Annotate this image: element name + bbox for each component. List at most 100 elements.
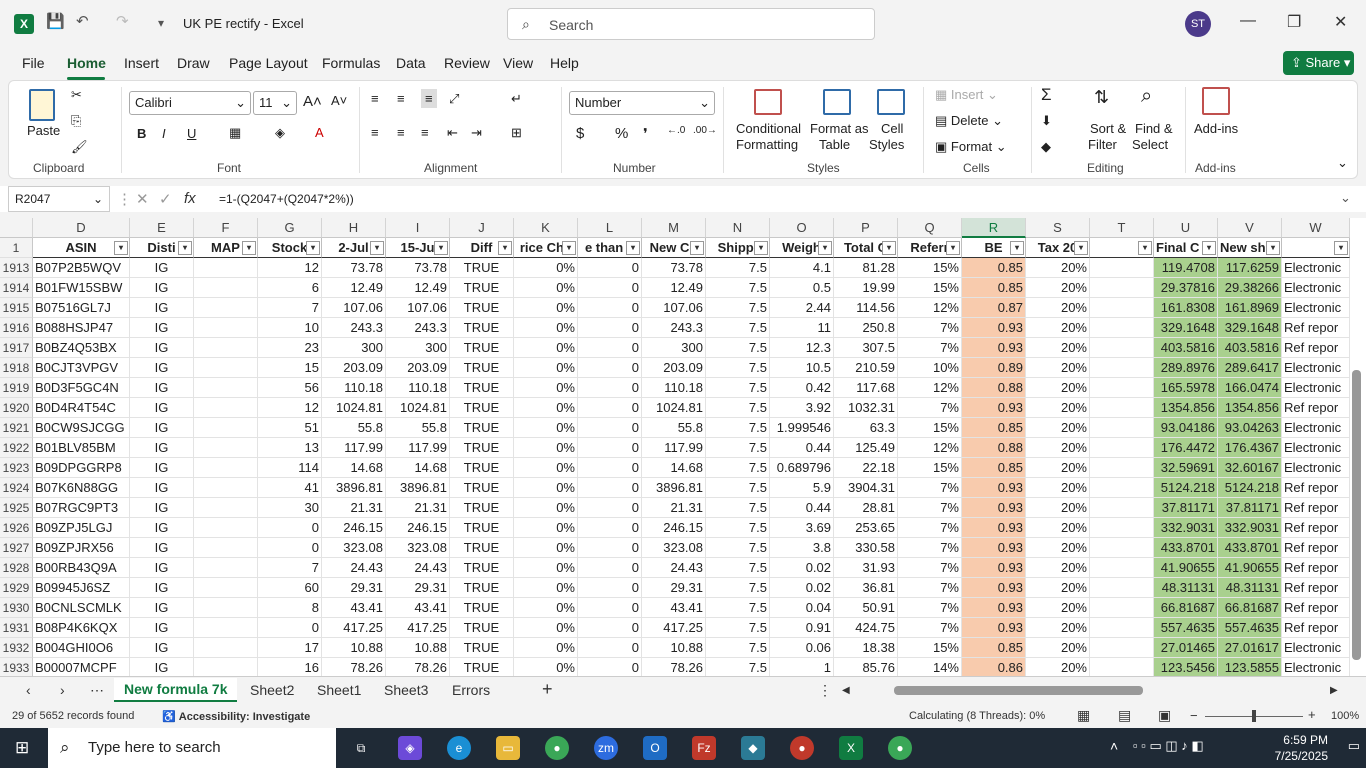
table-cell[interactable]: B0D4R4T54C [33,398,130,418]
table-cell[interactable]: 4.1 [770,258,834,278]
header-cell[interactable]: ▾ [1282,238,1350,258]
font-size-select[interactable]: 11 ⌄ [253,91,297,115]
table-cell[interactable]: TRUE [450,278,514,298]
table-cell[interactable]: 166.0474 [1218,378,1282,398]
table-cell[interactable]: 114.56 [834,298,898,318]
cancel-icon[interactable]: ✕ [136,190,149,208]
table-cell[interactable]: 7.5 [706,318,770,338]
table-cell[interactable]: 243.3 [322,318,386,338]
table-cell[interactable] [194,558,258,578]
table-cell[interactable] [194,398,258,418]
table-cell[interactable]: 203.09 [386,358,450,378]
column-header-v[interactable]: V [1218,218,1282,238]
undo-icon[interactable]: ↶ [76,12,89,30]
table-cell[interactable]: 12% [898,438,962,458]
row-header[interactable]: 1932 [0,638,33,658]
table-cell[interactable]: 20% [1026,278,1090,298]
table-cell[interactable]: 0 [578,358,642,378]
table-cell[interactable] [1090,438,1154,458]
search-box[interactable]: ⌕ Search [507,8,875,40]
underline-icon[interactable]: U [187,126,196,141]
table-cell[interactable]: 0% [514,298,578,318]
table-cell[interactable]: 161.8308 [1154,298,1218,318]
align-right-icon[interactable]: ≡ [421,125,429,140]
table-cell[interactable]: 50.91 [834,598,898,618]
table-cell[interactable]: 0% [514,578,578,598]
table-cell[interactable] [194,258,258,278]
header-cell[interactable]: Referr ▾ [898,238,962,258]
table-cell[interactable]: 1024.81 [642,398,706,418]
cell-styles-icon[interactable] [877,89,905,115]
table-cell[interactable]: 0.93 [962,398,1026,418]
table-cell[interactable]: B01BLV85BM [33,438,130,458]
table-cell[interactable]: 0% [514,658,578,676]
table-cell[interactable]: Ref repor [1282,318,1350,338]
table-cell[interactable]: 10.88 [642,638,706,658]
table-cell[interactable]: B00RB43Q9A [33,558,130,578]
table-cell[interactable]: 1.999546 [770,418,834,438]
filter-dropdown-icon[interactable]: ▾ [1138,241,1152,255]
table-cell[interactable]: 0.93 [962,318,1026,338]
column-header-d[interactable]: D [33,218,130,238]
table-cell[interactable]: B01FW15SBW [33,278,130,298]
table-cell[interactable]: 0% [514,598,578,618]
column-header-t[interactable]: T [1090,218,1154,238]
table-cell[interactable]: 0 [578,498,642,518]
header-cell[interactable]: BE ▾ [962,238,1026,258]
table-cell[interactable]: 43.41 [386,598,450,618]
table-cell[interactable]: 107.06 [386,298,450,318]
table-cell[interactable] [1090,378,1154,398]
table-cell[interactable]: 7.5 [706,658,770,676]
addins-label[interactable]: Add-ins [1194,121,1238,136]
table-cell[interactable]: IG [130,278,194,298]
header-cell[interactable]: ASIN ▾ [33,238,130,258]
column-header-k[interactable]: K [514,218,578,238]
menu-formulas[interactable]: Formulas [322,55,380,71]
table-cell[interactable]: 7% [898,538,962,558]
table-cell[interactable]: 8 [258,598,322,618]
sheet-tab-new-formula-7k[interactable]: New formula 7k [114,678,238,702]
table-cell[interactable]: 0.02 [770,578,834,598]
table-cell[interactable]: 55.8 [386,418,450,438]
add-sheet-icon[interactable]: + [542,679,553,700]
table-cell[interactable]: 7.5 [706,498,770,518]
zoom-in-icon[interactable]: + [1308,707,1316,722]
column-header-j[interactable]: J [450,218,514,238]
table-cell[interactable] [1090,418,1154,438]
table-cell[interactable]: 0 [578,398,642,418]
format-painter-icon[interactable]: 🖌 [71,139,88,155]
find-select-label[interactable]: Find & [1135,121,1173,136]
table-cell[interactable]: 7.5 [706,358,770,378]
align-bottom-icon[interactable]: ≡ [421,89,437,108]
table-cell[interactable]: 0.85 [962,258,1026,278]
table-cell[interactable]: 81.28 [834,258,898,278]
table-cell[interactable]: 0.44 [770,498,834,518]
header-cell[interactable]: Weigh ▾ [770,238,834,258]
table-cell[interactable]: TRUE [450,318,514,338]
table-cell[interactable]: 246.15 [322,518,386,538]
table-cell[interactable]: Ref repor [1282,538,1350,558]
orientation-icon[interactable]: ⤢ [449,91,459,107]
table-cell[interactable]: Ref repor [1282,618,1350,638]
fill-color-icon[interactable]: ◈ [275,125,285,141]
table-cell[interactable]: Ref repor [1282,598,1350,618]
table-cell[interactable]: 48.31131 [1218,578,1282,598]
table-cell[interactable]: 243.3 [386,318,450,338]
table-cell[interactable]: 161.8969 [1218,298,1282,318]
table-cell[interactable]: 0.5 [770,278,834,298]
more-sheets-icon[interactable]: ⋯ [90,682,104,699]
table-cell[interactable]: 17 [258,638,322,658]
table-cell[interactable]: 117.99 [642,438,706,458]
table-cell[interactable]: 7% [898,558,962,578]
sort-filter-icon[interactable]: ⇅ [1094,87,1109,108]
header-cell[interactable]: Diff ▾ [450,238,514,258]
table-cell[interactable]: 20% [1026,518,1090,538]
table-cell[interactable]: Ref repor [1282,498,1350,518]
column-header-p[interactable]: P [834,218,898,238]
table-cell[interactable]: 29.31 [322,578,386,598]
table-cell[interactable]: 117.6259 [1218,258,1282,278]
table-cell[interactable]: 93.04186 [1154,418,1218,438]
row-header-1[interactable]: 1 [0,238,33,258]
table-cell[interactable]: 0.85 [962,638,1026,658]
table-cell[interactable]: 48.31131 [1154,578,1218,598]
